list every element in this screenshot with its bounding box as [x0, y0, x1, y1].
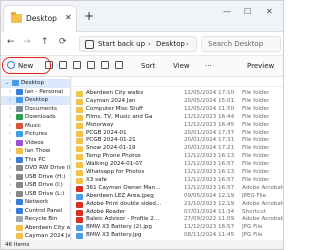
- folder-icon: [16, 233, 23, 239]
- view-button[interactable]: View: [173, 60, 190, 72]
- folder-icon: [16, 182, 23, 188]
- column-header: [72, 77, 283, 87]
- folder-icon: [16, 199, 23, 205]
- breadcrumb-separator: ›: [148, 40, 151, 48]
- folder-icon: [16, 165, 23, 171]
- file-icon: [76, 233, 83, 240]
- monitor-icon: [85, 40, 94, 49]
- more-options-button[interactable]: ···: [205, 60, 212, 72]
- forward-arrow-icon[interactable]: →: [23, 37, 31, 47]
- folder-icon: [11, 12, 22, 23]
- search-box[interactable]: Search Desktop: [201, 36, 281, 52]
- file-type: JPG File: [242, 232, 263, 239]
- address-bar[interactable]: Start back up › Desktop ›: [79, 36, 197, 52]
- folder-icon: [16, 105, 23, 112]
- file-name: BMW X3 Battery.jpg: [86, 232, 142, 239]
- item-count: 46 items: [5, 242, 30, 248]
- preview-button[interactable]: Preview: [247, 60, 274, 72]
- sort-button[interactable]: Sort: [141, 60, 155, 72]
- breadcrumb-start-back-up[interactable]: Start back up: [98, 38, 145, 50]
- tab-desktop[interactable]: Desktop ✕: [3, 5, 77, 32]
- navigation-bar: ← → ↑ ⟳ Start back up › Desktop › Search…: [1, 32, 283, 56]
- file-date: 08/11/2024 11:45: [184, 232, 235, 239]
- paste-icon[interactable]: [73, 61, 81, 69]
- folder-icon: [16, 190, 23, 197]
- tab-close-icon[interactable]: ✕: [65, 13, 72, 22]
- command-bar: New Sort View ··· Preview: [1, 56, 283, 77]
- folder-icon: [16, 173, 23, 180]
- close-button[interactable]: ✕: [266, 7, 273, 16]
- folder-icon: [16, 122, 23, 129]
- folder-icon: [16, 114, 23, 120]
- maximize-button[interactable]: ☐: [244, 7, 251, 16]
- back-arrow-icon[interactable]: ←: [7, 37, 15, 47]
- new-button[interactable]: New: [18, 60, 33, 72]
- file-row[interactable]: BMW X3 Battery.jpg 08/11/2024 11:45 JPG Fi…: [72, 231, 283, 240]
- folder-icon: [16, 207, 23, 214]
- cut-icon[interactable]: [45, 61, 53, 69]
- new-icon: [7, 61, 15, 69]
- sidebar-item-label: Cayman 2024 Jan: [25, 233, 71, 239]
- folder-icon: [16, 224, 23, 231]
- folder-icon: [16, 139, 23, 146]
- share-icon[interactable]: [101, 61, 109, 69]
- folder-icon: [12, 80, 19, 86]
- status-bar: 46 items: [1, 240, 283, 249]
- folder-icon: [16, 97, 23, 103]
- delete-icon[interactable]: [115, 61, 123, 69]
- title-bar: Desktop ✕ + — ☐ ✕: [1, 1, 283, 32]
- search-input[interactable]: Search Desktop: [208, 38, 263, 50]
- new-tab-icon[interactable]: +: [84, 9, 94, 23]
- minimize-button[interactable]: —: [223, 7, 231, 16]
- folder-icon: [16, 88, 23, 95]
- folder-icon: [16, 156, 23, 163]
- breadcrumb-desktop[interactable]: Desktop: [156, 38, 185, 50]
- refresh-icon[interactable]: ⟳: [59, 37, 67, 47]
- file-explorer-window: Desktop ✕ + — ☐ ✕ ← → ↑ ⟳ Start back up …: [0, 0, 284, 250]
- folder-icon: [16, 148, 23, 154]
- navigation-pane: ⌄ Desktop › Ian - Personal › Desktop › Document…: [1, 77, 71, 240]
- tab-title: Desktop: [26, 14, 57, 23]
- copy-icon[interactable]: [59, 61, 67, 69]
- folder-icon: [16, 131, 23, 137]
- rename-icon[interactable]: [87, 61, 95, 69]
- sidebar-item[interactable]: Cayman 2024 Jan: [1, 232, 71, 240]
- up-arrow-icon[interactable]: ↑: [41, 37, 49, 47]
- breadcrumb-separator: ›: [186, 40, 189, 48]
- folder-icon: [16, 216, 23, 222]
- file-list: Aberdeen City walks 12/05/2024 17:10 File …: [72, 77, 283, 240]
